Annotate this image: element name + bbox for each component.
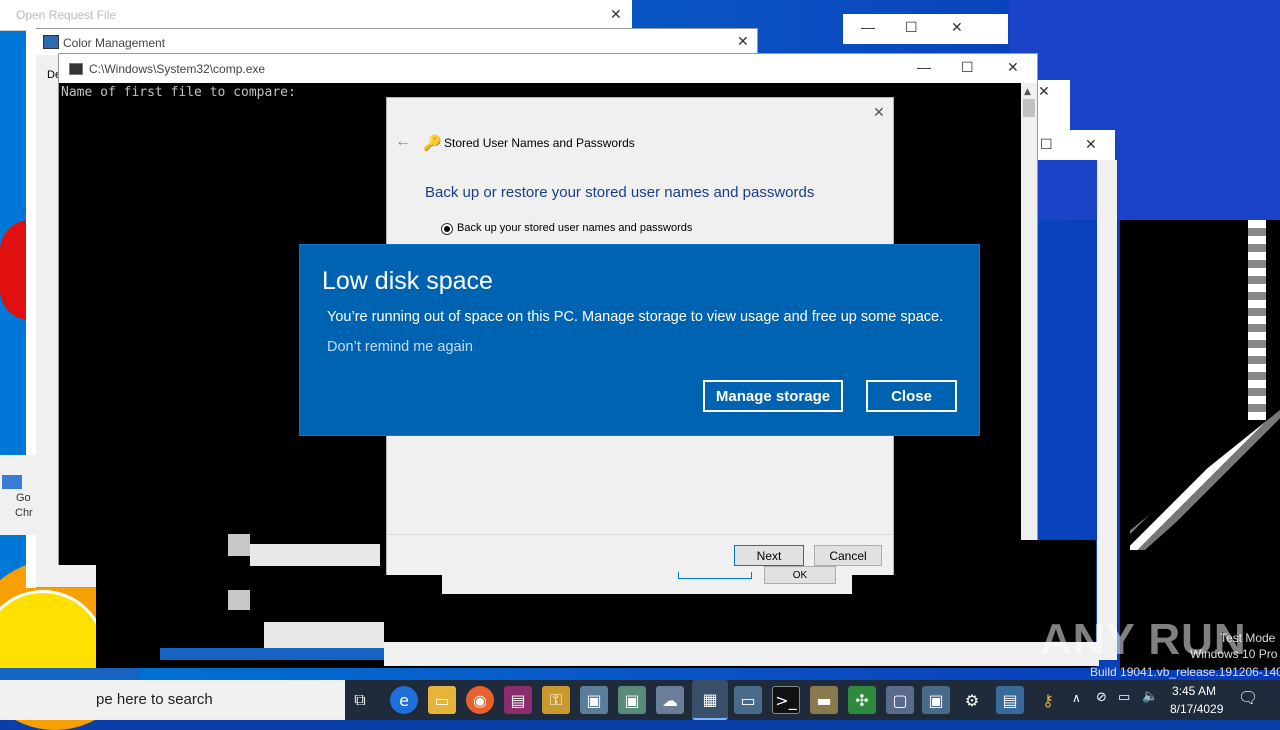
manage-storage-button[interactable]: Manage storage [703,380,843,412]
test-mode-label: Test Mode [1220,631,1276,645]
chevron-up-icon[interactable]: ∧ [1072,691,1081,705]
low-disk-space-dialog: Low disk space You’re running out of spa… [299,244,980,436]
scroll-up-icon[interactable]: ▲ [1024,87,1031,97]
active-app-icon[interactable]: ▦ [692,680,728,720]
clock-date[interactable]: 8/17/4029 [1170,702,1223,716]
key-icon[interactable]: ⚷ [1034,686,1062,714]
os-build-label: Build 19041.vb_release.191206-1406 [1090,665,1280,679]
desktop-icon-label[interactable]: Go [16,492,31,504]
pixel-staircase-rail [1248,220,1266,420]
scroll-thumb[interactable] [1023,99,1035,117]
console-scrollbar[interactable]: ▲ ▼ [1021,83,1037,565]
glitch-block [228,590,250,610]
settings-icon[interactable]: ⚙ [958,686,986,714]
close-button[interactable]: Close [866,380,957,412]
glitch-block [0,668,140,680]
taskbar-search-placeholder: pe here to search [96,691,213,708]
console-prompt-line: Name of first file to compare: [61,85,296,100]
open-request-window-title: Open Request File [16,8,117,22]
firefox-icon[interactable]: ◉ [466,686,494,714]
taskbar-search-box[interactable]: pe here to search [0,680,345,720]
chrome-icon[interactable] [2,475,22,489]
key-tool-icon[interactable]: ⚿ [542,686,570,714]
key-icon: 🔑 [423,134,442,152]
close-icon[interactable]: ✕ [951,19,963,36]
open-request-window-titlebar: Open Request File ✕ [0,0,632,31]
glitch-block [264,622,384,648]
color-management-icon [43,35,59,49]
maximize-icon[interactable]: ☐ [905,19,918,36]
background-window-fragment: ☐ ✕ [1030,130,1115,160]
os-edition-label: Windows 10 Pro [1190,647,1278,661]
next-button[interactable]: Next [734,545,804,566]
task-view-icon[interactable]: ⧉ [346,686,374,714]
desktop-icon-label[interactable]: Chr [15,507,33,519]
mmc-icon[interactable]: ▤ [996,686,1024,714]
dont-remind-link[interactable]: Don’t remind me again [327,339,473,355]
credentials-title: Stored User Names and Passwords [444,136,635,150]
ghost-ok-button: OK [764,566,836,584]
clock-time[interactable]: 3:45 AM [1172,684,1216,698]
edge-icon[interactable]: e [390,686,418,714]
close-icon[interactable]: ✕ [1085,136,1097,153]
close-icon[interactable]: ✕ [873,104,885,121]
background-window-scrollbar[interactable] [1097,160,1117,660]
glitch-block [250,544,380,566]
minimize-icon[interactable]: — [861,19,875,35]
glitch-block [384,642,1099,666]
background-window-titlebar: — ☐ ✕ [843,14,1008,44]
backup-radio[interactable] [441,223,453,235]
close-icon[interactable]: ✕ [1007,59,1019,76]
console-title: C:\Windows\System32\comp.exe [89,62,266,76]
onedrive-icon[interactable]: ⊘ [1096,690,1107,705]
dialog-title: Low disk space [322,267,493,295]
window-app-icon[interactable]: ▭ [734,686,762,714]
credentials-heading: Back up or restore your stored user name… [425,184,815,201]
dialog-message: You’re running out of space on this PC. … [327,309,944,325]
minimize-icon[interactable]: — [917,59,931,75]
app-window-icon-2[interactable]: ▣ [618,686,646,714]
close-icon[interactable]: ✕ [737,33,749,50]
maximize-icon[interactable]: ☐ [961,59,974,76]
close-icon[interactable]: ✕ [1038,83,1050,100]
backup-radio-label[interactable]: Back up your stored user names and passw… [457,222,692,234]
back-arrow-icon[interactable]: ← [395,133,411,151]
glitch-block [228,534,250,556]
network-icon[interactable]: ▭ [1118,690,1130,705]
drive-icon[interactable]: ▬ [810,686,838,714]
notifications-icon[interactable]: 🗨 [1238,688,1258,707]
cancel-button[interactable]: Cancel [814,545,882,566]
app-window-icon[interactable]: ▣ [580,686,608,714]
maximize-icon[interactable]: ☐ [1040,136,1053,153]
glitch-block [160,648,384,660]
window-app-icon-3[interactable]: ▣ [922,686,950,714]
monitor-icon[interactable]: ▢ [886,686,914,714]
volume-icon[interactable]: 🔈 [1142,689,1158,704]
network-app-icon[interactable]: ✣ [848,686,876,714]
close-icon[interactable]: ✕ [610,6,622,23]
terminal-icon[interactable]: >_ [772,686,800,714]
winrar-icon[interactable]: ▤ [504,686,532,714]
color-management-titlebar: Color Management ✕ [35,29,757,55]
color-management-title: Color Management [63,36,166,50]
console-icon [69,63,83,75]
cloud-app-icon[interactable]: ☁ [656,686,684,714]
file-explorer-icon[interactable]: ▭ [428,686,456,714]
console-titlebar: C:\Windows\System32\comp.exe — ☐ ✕ [59,54,1037,83]
ghost-button-edge [678,572,752,579]
